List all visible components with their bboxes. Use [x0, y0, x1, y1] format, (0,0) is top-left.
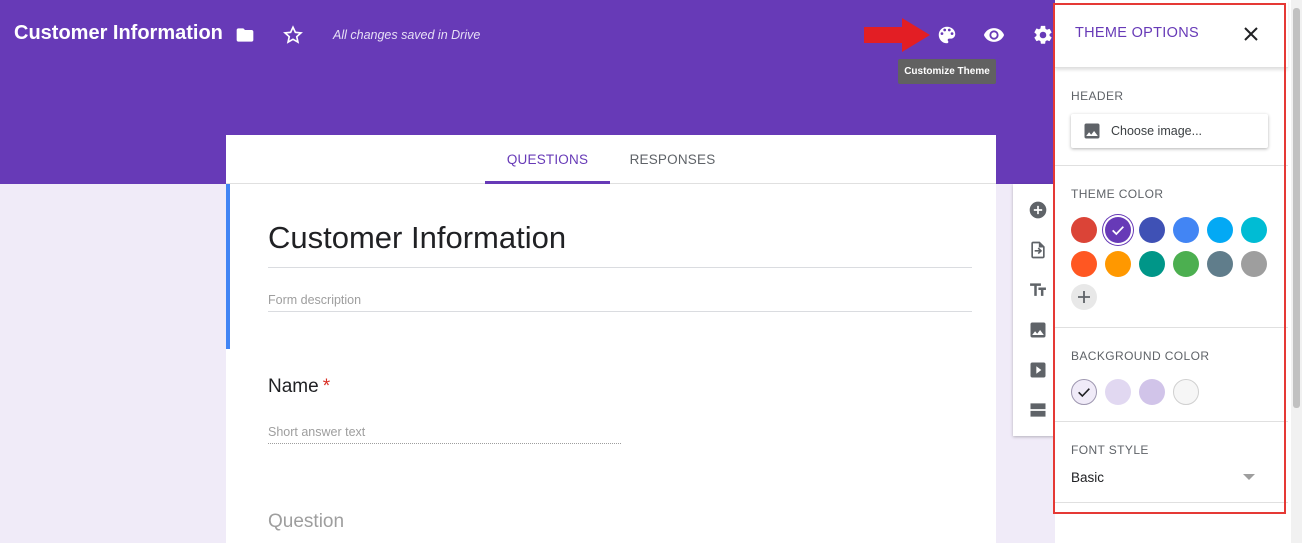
theme-color-swatch[interactable] [1241, 217, 1267, 243]
background-color-swatch[interactable] [1071, 379, 1097, 405]
theme-color-label: THEME COLOR [1071, 187, 1164, 201]
star-icon[interactable] [280, 22, 306, 48]
document-title[interactable]: Customer Information [14, 22, 223, 45]
theme-options-panel: THEME OPTIONS HEADER Choose image... THE… [1055, 0, 1302, 543]
background-color-label: BACKGROUND COLOR [1071, 349, 1210, 363]
required-asterisk: * [322, 376, 331, 397]
background-color-swatch[interactable] [1105, 379, 1131, 405]
close-icon[interactable] [1239, 22, 1263, 46]
font-style-label: FONT STYLE [1071, 443, 1149, 457]
theme-color-swatch[interactable] [1241, 251, 1267, 277]
scrollbar-thumb[interactable] [1293, 8, 1300, 408]
section-divider [1055, 165, 1288, 166]
short-answer-placeholder: Short answer text [268, 425, 366, 439]
image-icon [1081, 120, 1103, 142]
question-label: Name [268, 376, 319, 397]
title-text-icon[interactable] [1027, 279, 1049, 301]
add-custom-color-button[interactable] [1071, 284, 1097, 310]
folder-icon[interactable] [232, 22, 258, 48]
form-title[interactable]: Customer Information [268, 220, 566, 256]
annotation-arrow-icon [864, 18, 930, 52]
form-description-input[interactable]: Form description [268, 293, 361, 307]
theme-color-swatch[interactable] [1139, 217, 1165, 243]
background-color-swatch[interactable] [1173, 379, 1199, 405]
question-card[interactable]: Name * Short answer text Question [226, 349, 996, 543]
customize-theme-tooltip: Customize Theme [898, 59, 996, 84]
tabs-bar: QUESTIONS RESPONSES [226, 135, 996, 184]
theme-color-swatch[interactable] [1071, 217, 1097, 243]
question-placeholder[interactable]: Question [268, 511, 344, 533]
eye-icon[interactable] [981, 22, 1007, 48]
header-section-label: HEADER [1071, 89, 1124, 103]
save-status: All changes saved in Drive [333, 28, 481, 42]
checkmark-icon [1112, 226, 1124, 236]
theme-color-swatch[interactable] [1207, 217, 1233, 243]
tab-responses[interactable]: RESPONSES [610, 135, 735, 183]
title-underline [268, 267, 972, 268]
theme-color-swatch[interactable] [1139, 251, 1165, 277]
font-style-select[interactable]: Basic [1071, 470, 1104, 485]
add-section-icon[interactable] [1027, 399, 1049, 421]
theme-color-swatch[interactable] [1173, 251, 1199, 277]
form-header-card: Customer Information Form description [226, 184, 996, 349]
question-title: Name * [268, 376, 330, 398]
panel-header: THEME OPTIONS [1055, 0, 1288, 68]
theme-color-swatch[interactable] [1173, 217, 1199, 243]
description-underline [268, 311, 972, 312]
background-color-swatch[interactable] [1139, 379, 1165, 405]
question-toolbar [1013, 184, 1055, 436]
palette-icon[interactable] [934, 22, 960, 48]
chevron-down-icon[interactable] [1243, 474, 1255, 480]
import-questions-icon[interactable] [1027, 239, 1049, 261]
section-divider [1055, 327, 1288, 328]
page-scrollbar[interactable] [1291, 0, 1302, 543]
section-divider [1055, 502, 1288, 503]
checkmark-icon [1078, 388, 1090, 398]
theme-color-swatch[interactable] [1071, 251, 1097, 277]
add-image-icon[interactable] [1027, 319, 1049, 341]
panel-title: THEME OPTIONS [1075, 25, 1199, 41]
add-video-icon[interactable] [1027, 359, 1049, 381]
choose-image-label: Choose image... [1111, 124, 1203, 138]
theme-color-swatch[interactable] [1105, 251, 1131, 277]
choose-image-button[interactable]: Choose image... [1071, 114, 1268, 148]
tab-questions[interactable]: QUESTIONS [485, 135, 610, 184]
short-answer-underline [268, 443, 621, 444]
theme-color-swatch[interactable] [1105, 217, 1131, 243]
gear-icon[interactable] [1030, 22, 1056, 48]
theme-color-swatch[interactable] [1207, 251, 1233, 277]
section-divider [1055, 421, 1288, 422]
add-question-icon[interactable] [1027, 199, 1049, 221]
